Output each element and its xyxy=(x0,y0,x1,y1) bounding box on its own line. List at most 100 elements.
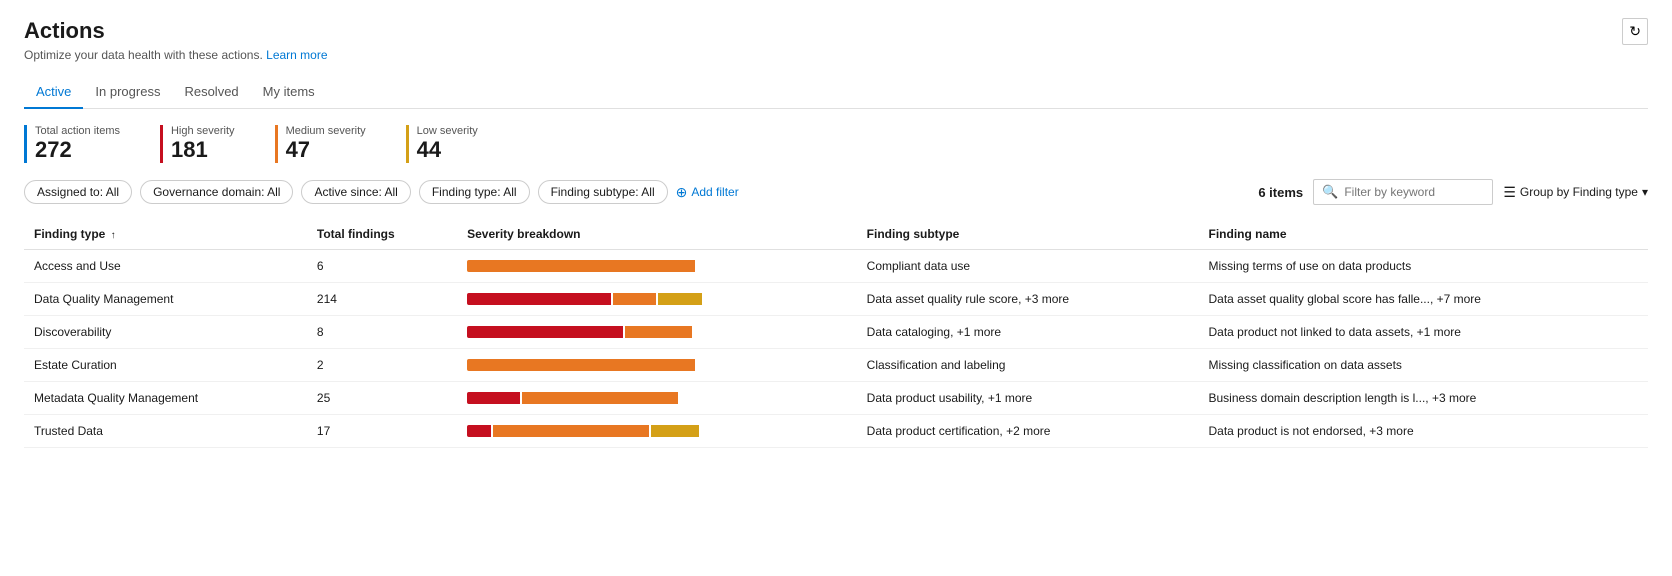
severity-bar xyxy=(467,359,707,371)
finding-name-cell: Missing terms of use on data products xyxy=(1199,250,1649,283)
severity-breakdown-cell xyxy=(457,382,857,415)
finding-subtype-cell: Classification and labeling xyxy=(857,349,1199,382)
severity-breakdown-cell xyxy=(457,250,857,283)
bar-segment xyxy=(467,326,623,338)
severity-bar xyxy=(467,260,707,272)
bar-segment xyxy=(493,425,649,437)
bar-segment xyxy=(658,293,701,305)
items-count: 6 items xyxy=(1258,185,1303,200)
table-row: Discoverability8 Data cataloging, +1 more… xyxy=(24,316,1648,349)
bar-segment xyxy=(467,293,611,305)
stat-low-label: Low severity xyxy=(417,125,478,137)
severity-breakdown-cell xyxy=(457,316,857,349)
stat-high-label: High severity xyxy=(171,125,235,137)
filter-governance-domain[interactable]: Governance domain: All xyxy=(140,180,293,204)
bar-segment xyxy=(467,359,695,371)
stat-medium: Medium severity 47 xyxy=(275,125,366,163)
group-by-icon: ☰ xyxy=(1503,184,1516,201)
learn-more-link[interactable]: Learn more xyxy=(266,48,327,62)
sort-icon: ↑ xyxy=(111,230,116,241)
bar-segment xyxy=(613,293,656,305)
finding-subtype-cell: Data product usability, +1 more xyxy=(857,382,1199,415)
stat-low-value: 44 xyxy=(417,137,478,163)
filter-finding-type[interactable]: Finding type: All xyxy=(419,180,530,204)
table-row: Estate Curation2 Classification and label… xyxy=(24,349,1648,382)
total-findings-cell: 214 xyxy=(307,283,457,316)
finding-name-cell: Data product is not endorsed, +3 more xyxy=(1199,415,1649,448)
severity-breakdown-cell xyxy=(457,415,857,448)
table-row: Access and Use6 Compliant data useMissing… xyxy=(24,250,1648,283)
finding-type-cell[interactable]: Trusted Data xyxy=(24,415,307,448)
group-by-label: Group by Finding type xyxy=(1520,185,1638,199)
bar-segment xyxy=(522,392,678,404)
finding-type-cell[interactable]: Access and Use xyxy=(24,250,307,283)
main-table: Finding type ↑ Total findings Severity b… xyxy=(24,219,1648,448)
page-title: Actions xyxy=(24,18,1648,44)
finding-subtype-cell: Compliant data use xyxy=(857,250,1199,283)
stat-low: Low severity 44 xyxy=(406,125,478,163)
filter-finding-subtype[interactable]: Finding subtype: All xyxy=(538,180,668,204)
finding-subtype-cell: Data cataloging, +1 more xyxy=(857,316,1199,349)
group-by-button[interactable]: ☰ Group by Finding type ▾ xyxy=(1503,184,1648,201)
table-row: Data Quality Management214 Data asset qua… xyxy=(24,283,1648,316)
filter-active-since[interactable]: Active since: All xyxy=(301,180,410,204)
finding-name-cell: Business domain description length is l.… xyxy=(1199,382,1649,415)
tab-active[interactable]: Active xyxy=(24,76,83,109)
add-filter-button[interactable]: ⊕ Add filter xyxy=(676,184,739,201)
search-icon: 🔍 xyxy=(1322,184,1338,200)
filter-assigned-to[interactable]: Assigned to: All xyxy=(24,180,132,204)
search-box[interactable]: 🔍 xyxy=(1313,179,1493,205)
stat-high: High severity 181 xyxy=(160,125,235,163)
filters-row: Assigned to: All Governance domain: All … xyxy=(24,179,1648,205)
finding-type-cell[interactable]: Estate Curation xyxy=(24,349,307,382)
chevron-down-icon: ▾ xyxy=(1642,185,1648,199)
bar-segment xyxy=(625,326,692,338)
finding-type-cell[interactable]: Metadata Quality Management xyxy=(24,382,307,415)
stat-medium-value: 47 xyxy=(286,137,366,163)
tabs-bar: Active In progress Resolved My items xyxy=(24,76,1648,109)
col-finding-subtype: Finding subtype xyxy=(857,219,1199,250)
add-filter-label: Add filter xyxy=(691,185,738,199)
bar-segment xyxy=(467,425,491,437)
stat-total: Total action items 272 xyxy=(24,125,120,163)
severity-bar xyxy=(467,392,707,404)
finding-name-cell: Data product not linked to data assets, … xyxy=(1199,316,1649,349)
table-header-row: Finding type ↑ Total findings Severity b… xyxy=(24,219,1648,250)
bar-segment xyxy=(651,425,699,437)
stat-medium-label: Medium severity xyxy=(286,125,366,137)
finding-type-cell[interactable]: Discoverability xyxy=(24,316,307,349)
severity-bar xyxy=(467,425,707,437)
stats-row: Total action items 272 High severity 181… xyxy=(24,125,1648,163)
table-row: Trusted Data17 Data product certification… xyxy=(24,415,1648,448)
tab-in-progress[interactable]: In progress xyxy=(83,76,172,109)
stat-high-value: 181 xyxy=(171,137,235,163)
col-severity-breakdown: Severity breakdown xyxy=(457,219,857,250)
tab-resolved[interactable]: Resolved xyxy=(172,76,250,109)
toolbar-right: 6 items 🔍 ☰ Group by Finding type ▾ xyxy=(1258,179,1648,205)
col-finding-type[interactable]: Finding type ↑ xyxy=(24,219,307,250)
severity-bar xyxy=(467,293,707,305)
stat-total-value: 272 xyxy=(35,137,120,163)
search-input[interactable] xyxy=(1344,185,1484,199)
total-findings-cell: 6 xyxy=(307,250,457,283)
tab-my-items[interactable]: My items xyxy=(251,76,327,109)
finding-name-cell: Data asset quality global score has fall… xyxy=(1199,283,1649,316)
total-findings-cell: 25 xyxy=(307,382,457,415)
severity-breakdown-cell xyxy=(457,349,857,382)
finding-subtype-cell: Data asset quality rule score, +3 more xyxy=(857,283,1199,316)
total-findings-cell: 8 xyxy=(307,316,457,349)
finding-name-cell: Missing classification on data assets xyxy=(1199,349,1649,382)
add-filter-icon: ⊕ xyxy=(676,184,688,201)
total-findings-cell: 2 xyxy=(307,349,457,382)
finding-subtype-cell: Data product certification, +2 more xyxy=(857,415,1199,448)
severity-breakdown-cell xyxy=(457,283,857,316)
col-finding-name: Finding name xyxy=(1199,219,1649,250)
stat-total-label: Total action items xyxy=(35,125,120,137)
finding-type-cell[interactable]: Data Quality Management xyxy=(24,283,307,316)
col-total-findings: Total findings xyxy=(307,219,457,250)
refresh-button[interactable]: ↻ xyxy=(1622,18,1648,45)
table-row: Metadata Quality Management25 Data produc… xyxy=(24,382,1648,415)
severity-bar xyxy=(467,326,707,338)
total-findings-cell: 17 xyxy=(307,415,457,448)
bar-segment xyxy=(467,392,520,404)
